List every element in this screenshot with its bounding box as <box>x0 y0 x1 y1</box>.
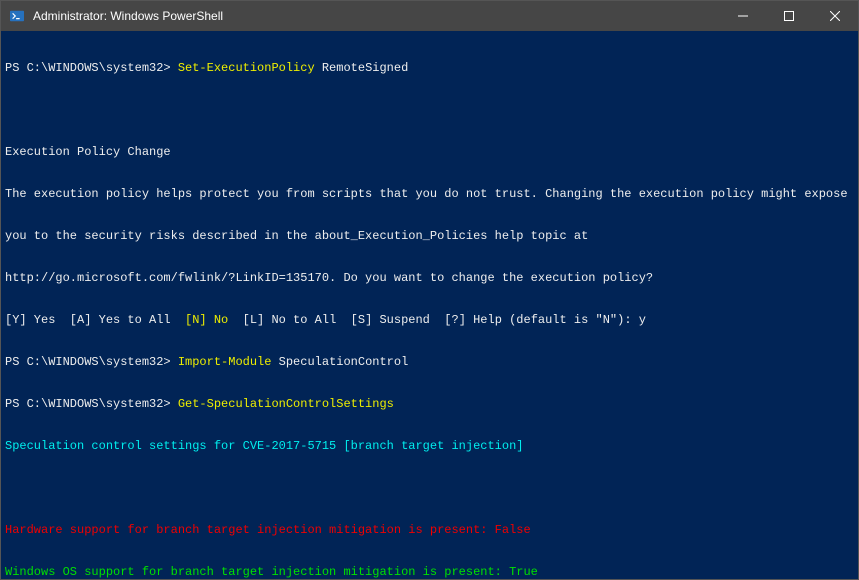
window-controls <box>720 1 858 31</box>
titlebar[interactable]: Administrator: Windows PowerShell <box>1 1 858 31</box>
terminal-output[interactable]: PS C:\WINDOWS\system32> Set-ExecutionPol… <box>1 31 858 579</box>
minimize-button[interactable] <box>720 1 766 31</box>
command-text: Set-ExecutionPolicy <box>178 61 315 75</box>
spec-line: Windows OS support for branch target inj… <box>5 565 854 579</box>
spec-header-1: Speculation control settings for CVE-201… <box>5 439 854 453</box>
window-title: Administrator: Windows PowerShell <box>31 9 720 23</box>
arg-text: RemoteSigned <box>315 61 409 75</box>
maximize-icon <box>784 11 794 21</box>
prompt-line-1: PS C:\WINDOWS\system32> Set-ExecutionPol… <box>5 61 854 75</box>
maximize-button[interactable] <box>766 1 812 31</box>
command-text: Import-Module <box>178 355 272 369</box>
policy-header: Execution Policy Change <box>5 145 854 159</box>
powershell-icon <box>9 8 25 24</box>
prompt-line-3: PS C:\WINDOWS\system32> Get-SpeculationC… <box>5 397 854 411</box>
powershell-window: Administrator: Windows PowerShell PS C:\… <box>0 0 859 580</box>
arg-text: SpeculationControl <box>271 355 408 369</box>
minimize-icon <box>738 11 748 21</box>
command-text: Get-SpeculationControlSettings <box>178 397 394 411</box>
prompt-text: PS C:\WINDOWS\system32> <box>5 355 178 369</box>
policy-text: you to the security risks described in t… <box>5 229 854 243</box>
close-icon <box>830 11 840 21</box>
prompt-text: PS C:\WINDOWS\system32> <box>5 61 178 75</box>
policy-choice: [Y] Yes [A] Yes to All [N] No [L] No to … <box>5 313 854 327</box>
prompt-line-2: PS C:\WINDOWS\system32> Import-Module Sp… <box>5 355 854 369</box>
prompt-text: PS C:\WINDOWS\system32> <box>5 397 178 411</box>
spec-line: Hardware support for branch target injec… <box>5 523 854 537</box>
policy-text: The execution policy helps protect you f… <box>5 187 854 201</box>
close-button[interactable] <box>812 1 858 31</box>
policy-text: http://go.microsoft.com/fwlink/?LinkID=1… <box>5 271 854 285</box>
